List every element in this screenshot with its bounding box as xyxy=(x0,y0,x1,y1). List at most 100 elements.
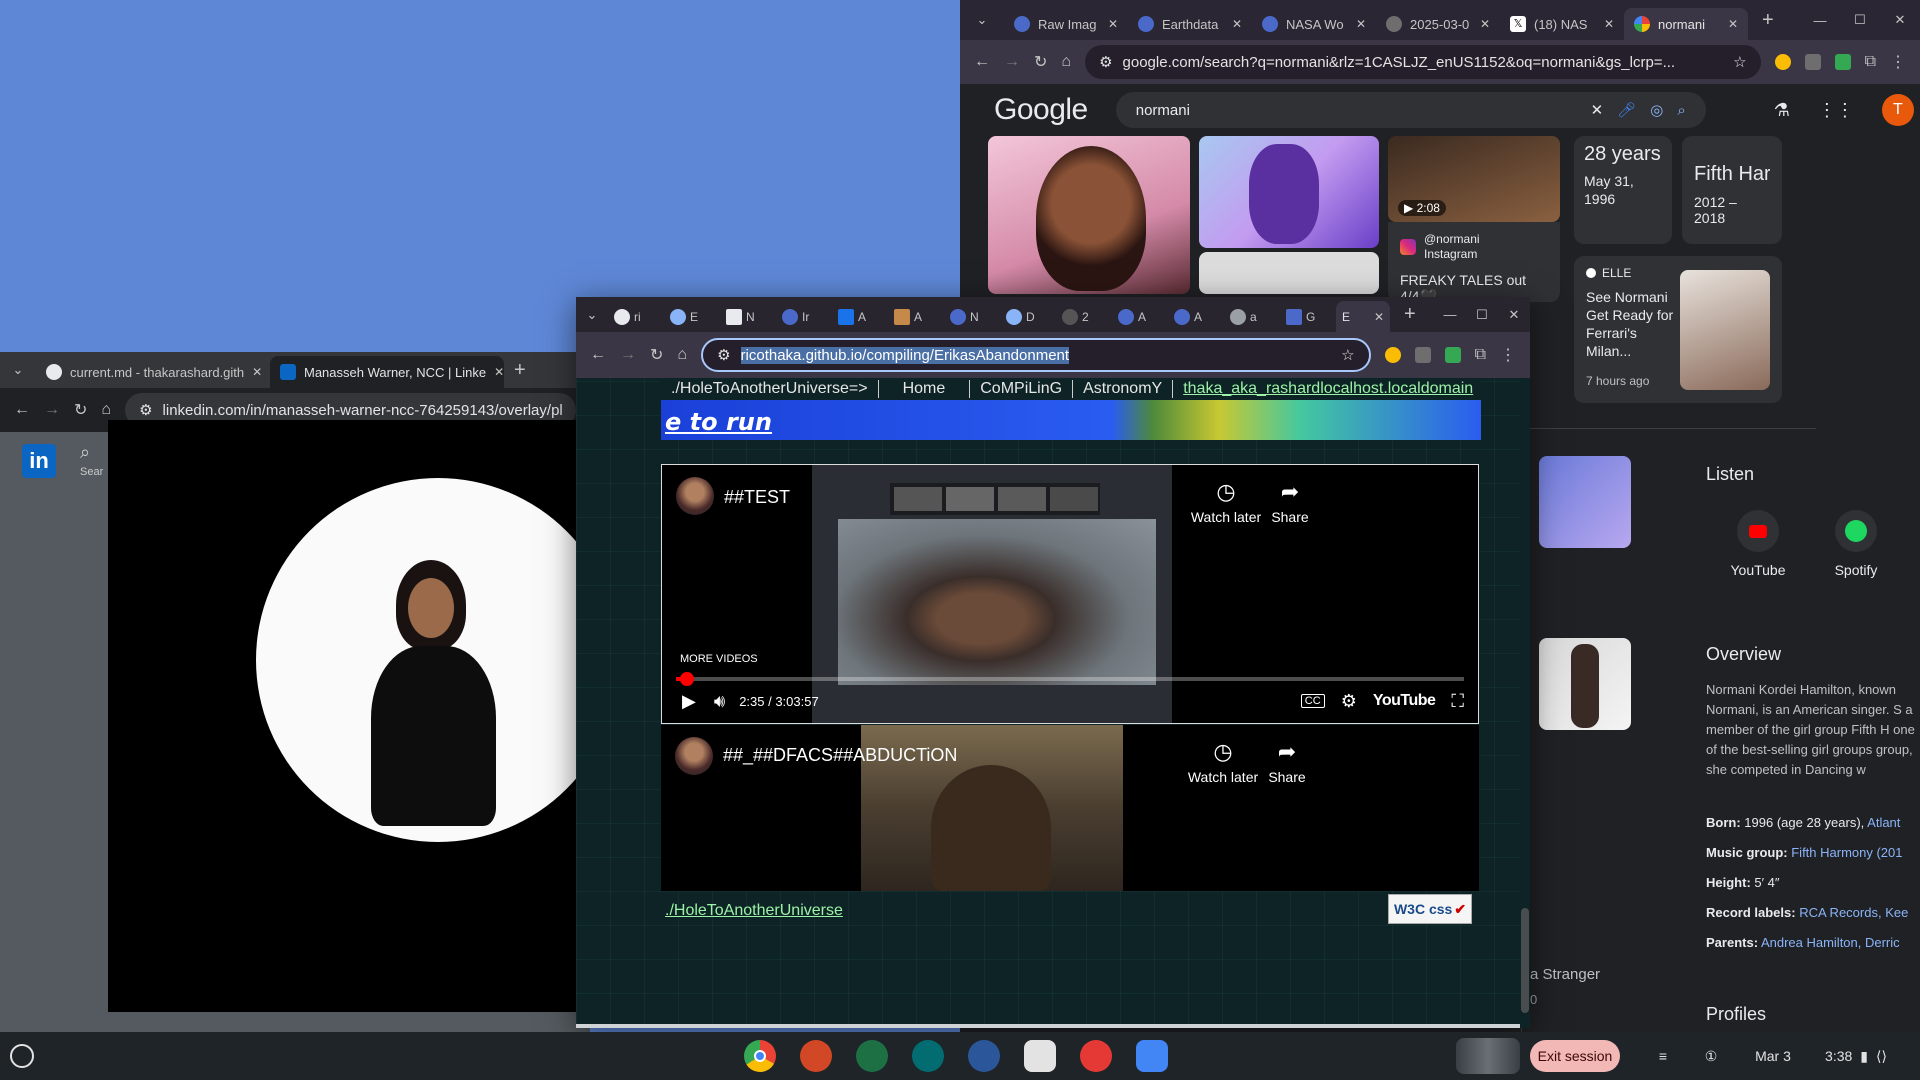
nav-link-home[interactable]: Home xyxy=(879,380,971,398)
channel-avatar[interactable] xyxy=(675,737,713,775)
news-card[interactable]: ELLE See Normani Get Ready for Ferrari's… xyxy=(1574,256,1782,403)
excel-app-icon[interactable] xyxy=(856,1040,888,1072)
tab-earthdata[interactable]: Earthdata ✕ xyxy=(1128,8,1252,40)
scrollbar-thumb[interactable] xyxy=(1521,908,1529,1013)
tab-8[interactable]: D xyxy=(1000,301,1056,333)
home-icon[interactable]: ⌂ xyxy=(1061,53,1071,71)
tab-linkedin-profile[interactable]: Manasseh Warner, NCC | Linke ✕ xyxy=(270,356,504,388)
forward-icon[interactable]: → xyxy=(44,401,60,419)
close-tab-icon[interactable]: ✕ xyxy=(1356,17,1366,31)
site-info-icon[interactable]: ⚙ xyxy=(139,401,152,419)
lens-icon[interactable]: ◎ xyxy=(1650,101,1663,119)
youtube-embed-dfacs[interactable]: ##_##DFACS##ABDUCTiON ◷ Watch later ➦ Shar… xyxy=(661,725,1479,891)
close-tab-icon[interactable]: ✕ xyxy=(1232,17,1242,31)
reload-icon[interactable]: ↻ xyxy=(1034,52,1047,72)
minimize-icon[interactable]: — xyxy=(1434,307,1466,322)
fact-link[interactable]: RCA Records, Kee xyxy=(1799,905,1908,920)
launcher-icon[interactable] xyxy=(10,1044,34,1068)
instagram-card[interactable]: @normani Instagram FREAKY TALES out 4/4🖤 xyxy=(1388,222,1560,304)
more-videos-label[interactable]: MORE VIDEOS xyxy=(680,653,758,665)
tab-12[interactable]: a xyxy=(1224,301,1280,333)
close-window-icon[interactable]: ✕ xyxy=(1880,12,1920,28)
video-result-thumbnail[interactable]: ▶ 2:08 xyxy=(1388,136,1560,222)
video-progress-bar[interactable] xyxy=(676,672,1464,686)
footer-link-hole[interactable]: ./HoleToAnotherUniverse xyxy=(665,902,843,920)
word-app-icon[interactable] xyxy=(968,1040,1000,1072)
extension-icon[interactable] xyxy=(1774,54,1791,70)
extensions-puzzle-icon[interactable]: ⧉ xyxy=(1865,53,1876,71)
exit-session-button[interactable]: Exit session xyxy=(1530,1040,1620,1072)
close-tab-icon[interactable]: ✕ xyxy=(494,365,504,379)
linkedin-logo[interactable]: in xyxy=(22,444,56,478)
apps-grid-icon[interactable]: ⋮⋮ xyxy=(1818,100,1854,121)
age-card[interactable]: 28 years May 31, 1996 xyxy=(1574,136,1672,244)
close-tab-icon[interactable]: ✕ xyxy=(1604,17,1614,31)
tab-nasa-wo[interactable]: NASA Wo ✕ xyxy=(1252,8,1376,40)
fact-link[interactable]: Andrea Hamilton, Derric xyxy=(1761,935,1900,950)
menu-kebab-icon[interactable]: ⋮ xyxy=(1890,52,1906,72)
tab-search-chevron-icon[interactable]: ⌄ xyxy=(576,307,608,323)
extension-icon[interactable] xyxy=(1444,347,1461,363)
profile-photo-overlay[interactable] xyxy=(108,420,590,1012)
publisher-app-icon[interactable] xyxy=(912,1040,944,1072)
labs-flask-icon[interactable]: ⚗ xyxy=(1774,100,1790,121)
home-icon[interactable]: ⌂ xyxy=(101,401,111,419)
close-window-icon[interactable]: ✕ xyxy=(1498,307,1530,323)
tab-4[interactable]: Ir xyxy=(776,301,832,333)
powerpoint-app-icon[interactable] xyxy=(800,1040,832,1072)
bookmark-star-icon[interactable]: ☆ xyxy=(1733,53,1746,71)
extensions-puzzle-icon[interactable]: ⧉ xyxy=(1475,346,1486,364)
bookmark-star-icon[interactable]: ☆ xyxy=(1341,346,1354,364)
google-logo[interactable]: Google xyxy=(994,93,1088,127)
reload-icon[interactable]: ↻ xyxy=(650,345,663,365)
share-button[interactable]: ➦ Share xyxy=(1254,479,1326,525)
docs-app-icon[interactable] xyxy=(1024,1040,1056,1072)
tab-x-nasa[interactable]: 𝕏 (18) NAS ✕ xyxy=(1500,8,1624,40)
nav-link-astronomy[interactable]: AstronomY xyxy=(1073,380,1174,398)
home-icon[interactable]: ⌂ xyxy=(677,346,687,364)
tab-10[interactable]: A xyxy=(1112,301,1168,333)
w3c-css-badge[interactable]: W3C css ✔ xyxy=(1388,894,1472,924)
date-display[interactable]: Mar 3 xyxy=(1740,1040,1806,1072)
thumbnail-normani-purple[interactable] xyxy=(1539,456,1631,548)
play-icon[interactable]: ▶ xyxy=(682,691,696,712)
maximize-icon[interactable]: ☐ xyxy=(1466,307,1498,323)
group-card[interactable]: Fifth Harmony 2012 – 2018 xyxy=(1682,136,1782,244)
close-tab-icon[interactable]: ✕ xyxy=(1728,17,1738,31)
settings-gear-icon[interactable]: ⚙ xyxy=(1341,691,1357,712)
share-button[interactable]: ➦ Share xyxy=(1251,739,1323,785)
new-tab-button[interactable]: + xyxy=(514,359,526,382)
timer-app-icon[interactable] xyxy=(1080,1040,1112,1072)
tab-11[interactable]: A xyxy=(1168,301,1224,333)
extension-icon[interactable] xyxy=(1834,54,1851,70)
tab-current-md[interactable]: current.md - thakarashard.gith ✕ xyxy=(36,356,270,388)
fullscreen-icon[interactable]: ⛶ xyxy=(1451,691,1464,712)
address-bar[interactable]: ⚙ google.com/search?q=normani&rlz=1CASLJ… xyxy=(1085,45,1761,79)
search-icon[interactable]: ⌕ xyxy=(1677,102,1685,119)
close-tab-icon[interactable]: ✕ xyxy=(1374,310,1384,324)
tab-github-2025[interactable]: 2025-03-0 ✕ xyxy=(1376,8,1500,40)
forward-icon[interactable]: → xyxy=(620,346,636,364)
fact-link[interactable]: Atlant xyxy=(1867,815,1900,830)
new-tab-button[interactable]: + xyxy=(1762,9,1774,32)
image-result-normani-2[interactable] xyxy=(1199,136,1379,248)
captions-icon[interactable]: CC xyxy=(1300,694,1325,708)
reload-icon[interactable]: ↻ xyxy=(74,400,87,420)
clear-search-icon[interactable]: ✕ xyxy=(1591,101,1604,119)
image-result-normani-1[interactable] xyxy=(988,136,1190,294)
minimize-icon[interactable]: — xyxy=(1800,13,1840,28)
close-tab-icon[interactable]: ✕ xyxy=(1480,17,1490,31)
thumbnail-normani-white[interactable] xyxy=(1539,638,1631,730)
video-title[interactable]: ##TEST xyxy=(724,487,790,508)
extension-icon[interactable] xyxy=(1414,347,1431,363)
menu-kebab-icon[interactable]: ⋮ xyxy=(1500,345,1516,365)
forward-icon[interactable]: → xyxy=(1004,53,1020,71)
watch-later-button[interactable]: ◷ Watch later xyxy=(1190,479,1262,525)
search-input[interactable]: normani ✕ 🎤︎ ◎ ⌕ xyxy=(1115,92,1706,128)
progress-scrubber[interactable] xyxy=(680,672,695,686)
notification-count-icon[interactable]: ① xyxy=(1694,1040,1728,1072)
search-icon[interactable]: ⌕ xyxy=(80,442,90,463)
account-avatar[interactable]: T xyxy=(1881,94,1914,126)
site-info-icon[interactable]: ⚙ xyxy=(1099,53,1112,71)
tab-3[interactable]: N xyxy=(720,301,776,333)
